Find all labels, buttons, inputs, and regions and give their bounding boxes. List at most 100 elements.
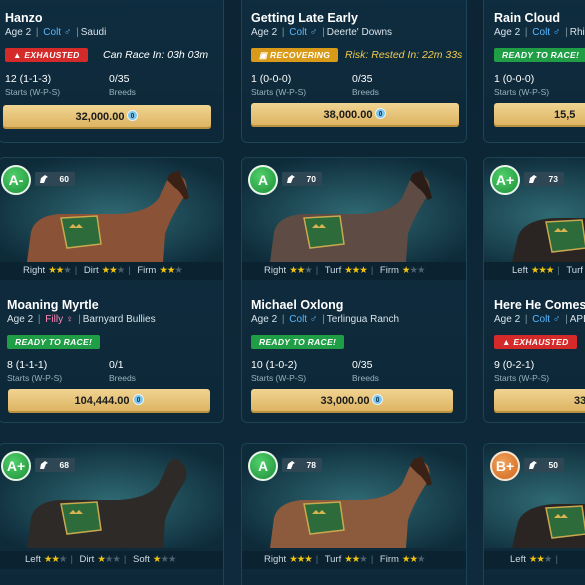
- surface-label: Firm: [137, 265, 157, 276]
- surface-label: Turf: [324, 265, 342, 276]
- horse-marketplace-grid: Hanzo Age 2 | Colt ♂ | Saudi ▲ EXHAUSTED …: [0, 0, 585, 585]
- horse-card-row3-3[interactable]: B+ 50 Left ★★★ |: [483, 443, 585, 585]
- price-button[interactable]: 33,0: [494, 389, 585, 413]
- surface-label: Right: [23, 265, 46, 276]
- horse-image: [0, 444, 223, 548]
- horse-head-icon: [40, 461, 48, 469]
- horse-sex: Filly: [45, 314, 64, 325]
- horse-card-getting-late-early[interactable]: Getting Late Early Age 2 | Colt ♂ | Deert…: [241, 0, 467, 143]
- warning-icon: ▲: [13, 50, 22, 60]
- horse-name: Here He Comes: [494, 298, 585, 312]
- status-note: Can Race In: 03h 03m: [103, 49, 209, 61]
- horse-card-hanzo[interactable]: Hanzo Age 2 | Colt ♂ | Saudi ▲ EXHAUSTED …: [0, 0, 224, 143]
- star-rating-icon: ★★★: [48, 265, 72, 276]
- horse-head-icon: [287, 175, 295, 183]
- surface-label: Left: [510, 554, 526, 565]
- horse-sex: Colt: [289, 27, 308, 38]
- price-button[interactable]: 32,000.00: [3, 105, 211, 129]
- horse-age: Age 2: [251, 27, 278, 38]
- surface-ratings: Left★★★| Turf★★★: [484, 262, 585, 280]
- horse-stable: Rhine: [569, 27, 585, 38]
- horse-stable: Saudi: [80, 27, 107, 38]
- price-button[interactable]: 38,000.00: [251, 103, 459, 127]
- surface-ratings: Right ★★★ | Dirt ★★★ | Firm ★★★: [0, 262, 223, 280]
- grade-badge: B+: [490, 451, 520, 481]
- price-button[interactable]: 104,444.00: [8, 389, 210, 413]
- starts-value: 9 (0-2-1): [494, 359, 535, 371]
- horse-meta: Age 2 | Colt ♂ | Saudi: [5, 27, 107, 38]
- breeds-label: Breeds: [109, 87, 136, 97]
- price-button[interactable]: 15,5: [494, 103, 585, 127]
- breeds-value: 0/35: [109, 73, 130, 85]
- rating-badge: 78: [282, 458, 322, 472]
- horse-age: Age 2: [251, 314, 278, 325]
- sex-symbol-icon: ♀: [65, 314, 74, 325]
- horse-sex: Colt: [532, 314, 551, 325]
- surface-label: Turf: [324, 554, 342, 565]
- surface-label: Firm: [379, 265, 399, 276]
- status-badge: READY TO RACE!: [251, 335, 345, 349]
- starts-label: Starts (W-P-S): [5, 87, 61, 97]
- star-rating-icon: ★★★: [401, 265, 426, 276]
- horse-meta: Age 2 | Colt ♂ |APB: [494, 314, 585, 325]
- horse-card-row3-1[interactable]: A+ 68 Left ★★★ | Dirt ★★★ | Soft ★★★: [0, 443, 224, 585]
- status-badge: READY TO RACE!: [494, 48, 585, 62]
- status-badge: ▲ EXHAUSTED: [494, 335, 577, 349]
- starts-label: Starts (W-P-S): [251, 373, 307, 383]
- horse-card-michael-oxlong[interactable]: A 70 Right ★★★ | Turf ★★★ | Firm ★★★ Michael …: [241, 157, 467, 423]
- horse-card-here-he-comes[interactable]: A+ 73 Left★★★| Turf★★★ Here He Comes Age…: [483, 157, 585, 423]
- breeds-value: 0/35: [352, 73, 373, 85]
- star-rating-icon: ★★★: [344, 265, 368, 276]
- starts-label: Starts (W-P-S): [251, 87, 307, 97]
- horse-stable: Deerte' Downs: [326, 27, 393, 38]
- horse-age: Age 2: [7, 314, 34, 325]
- sex-symbol-icon: ♂: [552, 314, 561, 325]
- rating-badge: 60: [35, 172, 75, 186]
- starts-label: Starts (W-P-S): [494, 373, 550, 383]
- star-rating-icon: ★★★: [530, 265, 555, 276]
- grade-badge: A-: [1, 165, 31, 195]
- surface-label: Left: [25, 554, 41, 565]
- star-rating-icon: ★★★: [43, 554, 68, 565]
- grade-badge: A: [248, 165, 278, 195]
- starts-value: 1 (0-0-0): [494, 73, 535, 85]
- star-rating-icon: ★★★: [289, 265, 313, 276]
- horse-card-moaning-myrtle[interactable]: A- 60 Right ★★★ | Dirt ★★★ | Firm ★★★ Moaning…: [0, 157, 224, 423]
- horse-stable: APB: [569, 314, 585, 325]
- horse-age: Age 2: [494, 314, 521, 325]
- surface-ratings: Left ★★★ | Dirt ★★★ | Soft ★★★: [0, 551, 223, 569]
- horse-illustration: [0, 444, 223, 548]
- horse-head-icon: [529, 175, 537, 183]
- horse-stable: Barnyard Bullies: [82, 314, 156, 325]
- starts-label: Starts (W-P-S): [7, 373, 63, 383]
- horse-image: [0, 158, 223, 262]
- horse-card-rain-cloud[interactable]: Rain Cloud Age 2 | Colt ♂ |Rhine READY T…: [483, 0, 585, 143]
- starts-label: Starts (W-P-S): [494, 87, 550, 97]
- warning-icon: ▲: [502, 337, 511, 347]
- status-badge: READY TO RACE!: [7, 335, 101, 349]
- surface-label: Right: [264, 554, 287, 565]
- sex-symbol-icon: ♂: [63, 27, 72, 38]
- rating-badge: 73: [524, 172, 564, 186]
- horse-card-row3-2[interactable]: A 78 Right ★★★ | Turf ★★★ | Firm ★★★: [241, 443, 467, 585]
- horse-stable: Terlingua Ranch: [326, 314, 400, 325]
- horse-name: Getting Late Early: [251, 11, 358, 25]
- horse-meta: Age 2 | Colt ♂ | Deerte' Downs: [251, 27, 393, 38]
- horse-name: Michael Oxlong: [251, 298, 344, 312]
- breeds-value: 0/35: [352, 359, 373, 371]
- grade-badge: A+: [1, 451, 31, 481]
- sex-symbol-icon: ♂: [552, 27, 561, 38]
- medkit-icon: ▣: [259, 50, 268, 60]
- surface-label: Dirt: [79, 554, 95, 565]
- coin-icon: [127, 110, 139, 121]
- surface-label: Right: [264, 265, 287, 276]
- horse-age: Age 2: [494, 27, 521, 38]
- rating-badge: 68: [35, 458, 75, 472]
- star-rating-icon: ★★★: [344, 554, 368, 565]
- horse-meta: Age 2 | Colt ♂ |Rhine: [494, 27, 585, 38]
- status-note: Risk: Rested In: 22m 33s: [345, 49, 463, 61]
- status-badge: ▲ EXHAUSTED: [5, 48, 88, 62]
- horse-sex: Colt: [289, 314, 308, 325]
- horse-meta: Age 2 | Filly ♀ | Barnyard Bullies: [7, 314, 156, 325]
- price-button[interactable]: 33,000.00: [251, 389, 453, 413]
